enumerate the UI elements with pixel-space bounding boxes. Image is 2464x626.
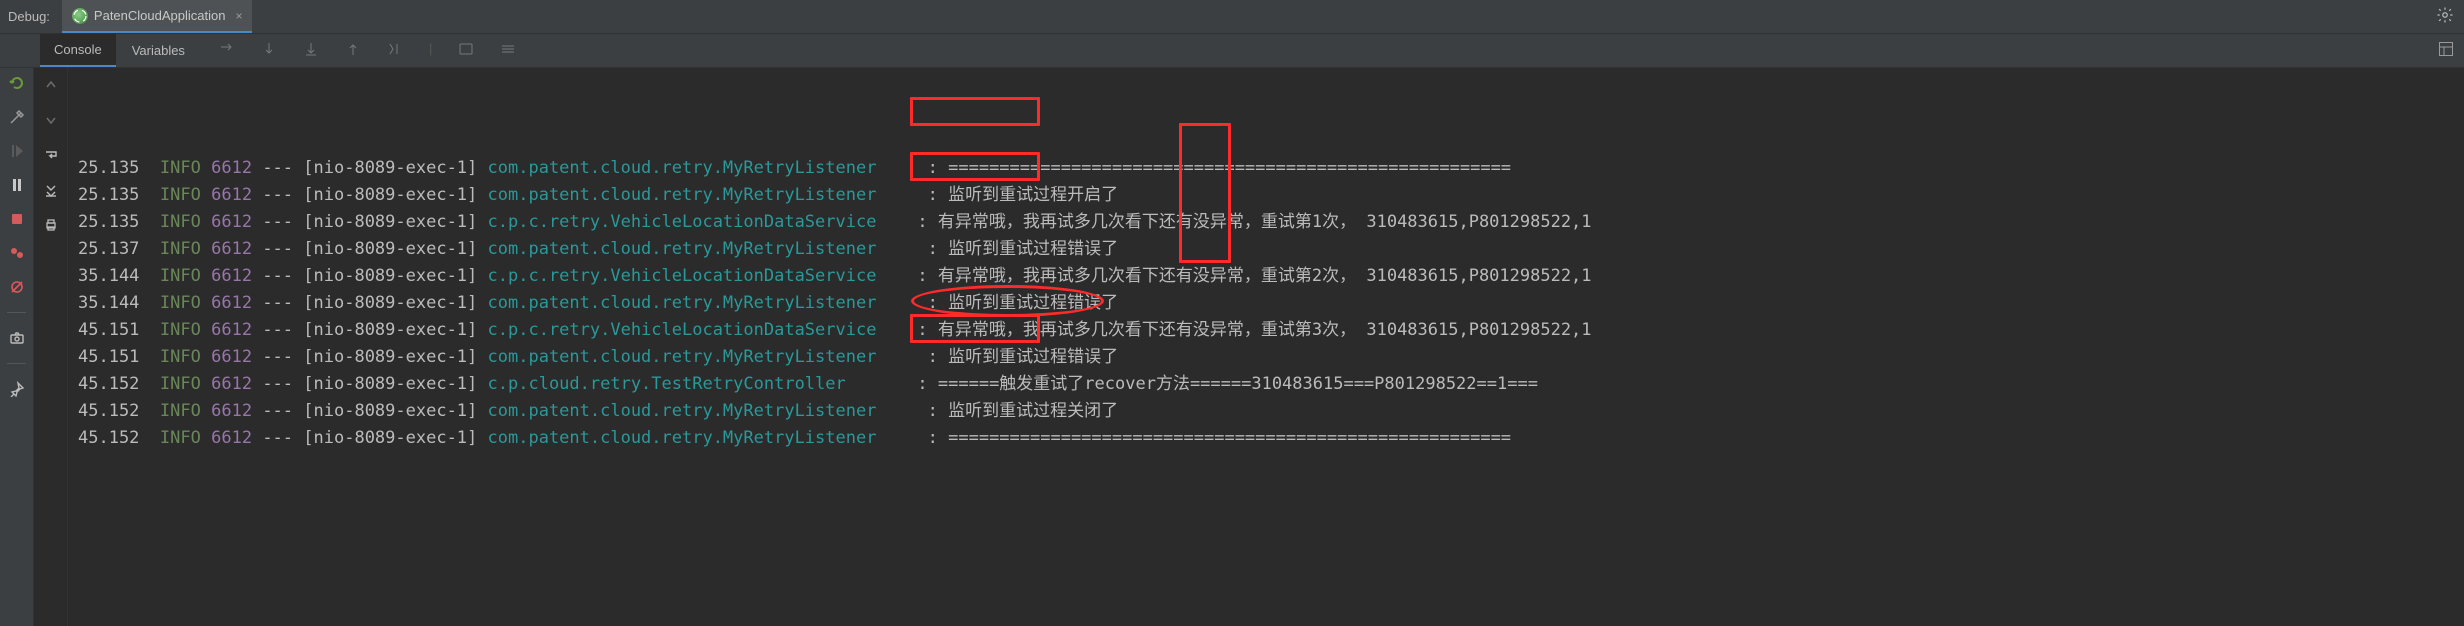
stop-button[interactable] [8, 210, 26, 228]
annotation-highlight [910, 97, 1040, 126]
log-line: 45.152 INFO 6612 --- [nio-8089-exec-1] c… [78, 371, 2464, 398]
log-line: 35.144 INFO 6612 --- [nio-8089-exec-1] c… [78, 290, 2464, 317]
debug-label: Debug: [8, 9, 50, 24]
soft-wrap-icon[interactable] [44, 148, 58, 165]
debug-rail [0, 68, 34, 626]
force-step-into-icon[interactable] [303, 41, 319, 60]
scroll-up-icon[interactable] [44, 78, 58, 95]
spring-boot-icon [72, 8, 88, 24]
evaluate-expression-icon[interactable] [458, 41, 474, 60]
step-into-icon[interactable] [261, 41, 277, 60]
console-arrow-rail [34, 68, 68, 626]
debug-header: Debug: PatenCloudApplication × [0, 0, 2464, 34]
log-line: 45.152 INFO 6612 --- [nio-8089-exec-1] c… [78, 425, 2464, 452]
trace-icon[interactable] [500, 41, 516, 60]
log-line: 25.135 INFO 6612 --- [nio-8089-exec-1] c… [78, 209, 2464, 236]
run-config-tab[interactable]: PatenCloudApplication × [62, 0, 253, 33]
log-line: 25.135 INFO 6612 --- [nio-8089-exec-1] c… [78, 155, 2464, 182]
resume-button[interactable] [8, 142, 26, 160]
scroll-to-end-icon[interactable] [44, 183, 58, 200]
mute-breakpoints-button[interactable] [8, 278, 26, 296]
print-icon[interactable] [44, 218, 58, 235]
tab-variables[interactable]: Variables [118, 34, 199, 67]
main-area: 25.135 INFO 6612 --- [nio-8089-exec-1] c… [0, 68, 2464, 626]
log-line: 25.135 INFO 6612 --- [nio-8089-exec-1] c… [78, 182, 2464, 209]
step-over-icon[interactable] [219, 41, 235, 60]
log-line: 45.151 INFO 6612 --- [nio-8089-exec-1] c… [78, 317, 2464, 344]
step-out-icon[interactable] [345, 41, 361, 60]
tab-title: PatenCloudApplication [94, 8, 226, 23]
view-breakpoints-button[interactable] [8, 244, 26, 262]
tab-close-button[interactable]: × [235, 9, 242, 23]
tab-console[interactable]: Console [40, 34, 116, 67]
modify-run-config-icon[interactable] [8, 108, 26, 126]
rerun-button[interactable] [8, 74, 26, 92]
pin-icon[interactable] [8, 380, 26, 398]
log-line: 25.137 INFO 6612 --- [nio-8089-exec-1] c… [78, 236, 2464, 263]
sub-toolbar: Console Variables | [0, 34, 2464, 68]
step-toolbar: | [219, 41, 516, 60]
log-line: 45.151 INFO 6612 --- [nio-8089-exec-1] c… [78, 344, 2464, 371]
run-to-cursor-icon[interactable] [387, 41, 403, 60]
log-line: 45.152 INFO 6612 --- [nio-8089-exec-1] c… [78, 398, 2464, 425]
camera-icon[interactable] [8, 329, 26, 347]
scroll-down-icon[interactable] [44, 113, 58, 130]
layout-settings-icon[interactable] [2438, 41, 2454, 60]
log-line: 35.144 INFO 6612 --- [nio-8089-exec-1] c… [78, 263, 2464, 290]
pause-button[interactable] [8, 176, 26, 194]
console-output[interactable]: 25.135 INFO 6612 --- [nio-8089-exec-1] c… [68, 68, 2464, 626]
gear-icon[interactable] [2436, 6, 2454, 27]
